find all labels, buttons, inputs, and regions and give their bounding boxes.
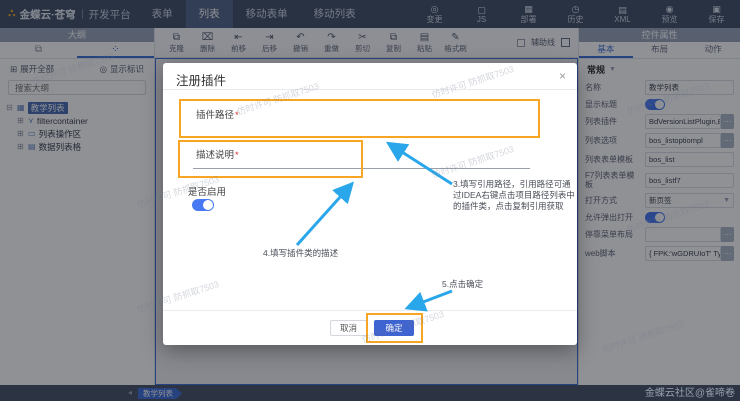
annotation-step5: 5.点击确定 (442, 279, 483, 290)
divider (163, 89, 577, 90)
arrow-step4 (297, 186, 350, 245)
dialog-title: 注册插件 (176, 70, 226, 89)
enable-toggle[interactable] (192, 199, 214, 211)
annotation-step3: 3.填写引用路径，引用路径可通过IDEA右键点击项目路径列表中的插件类，点击复制… (453, 179, 577, 212)
description-input[interactable] (193, 168, 530, 169)
confirm-button[interactable]: 确定 (374, 320, 414, 336)
register-plugin-dialog: 注册插件 × 插件路径* 描述说明* 是否启用 取消 确定 (163, 63, 577, 345)
divider (163, 310, 577, 311)
description-label: 描述说明* (196, 147, 239, 161)
enable-label: 是否启用 (188, 184, 226, 198)
close-icon[interactable]: × (559, 69, 566, 83)
community-credit: 金蝶云社区@雀啼卷 (645, 384, 735, 399)
required-mark: * (235, 150, 239, 161)
cancel-button[interactable]: 取消 (330, 320, 367, 336)
plugin-path-input[interactable] (193, 119, 533, 135)
arrow-step5 (410, 291, 452, 307)
app-window: ∴ 金蝶云·苍穹 开发平台 表单 列表 移动表单 移动列表 ◎变更 ▢JS ▦部… (0, 0, 740, 401)
arrow-step3 (391, 145, 452, 184)
annotation-step4: 4.填写插件类的描述 (263, 248, 338, 259)
